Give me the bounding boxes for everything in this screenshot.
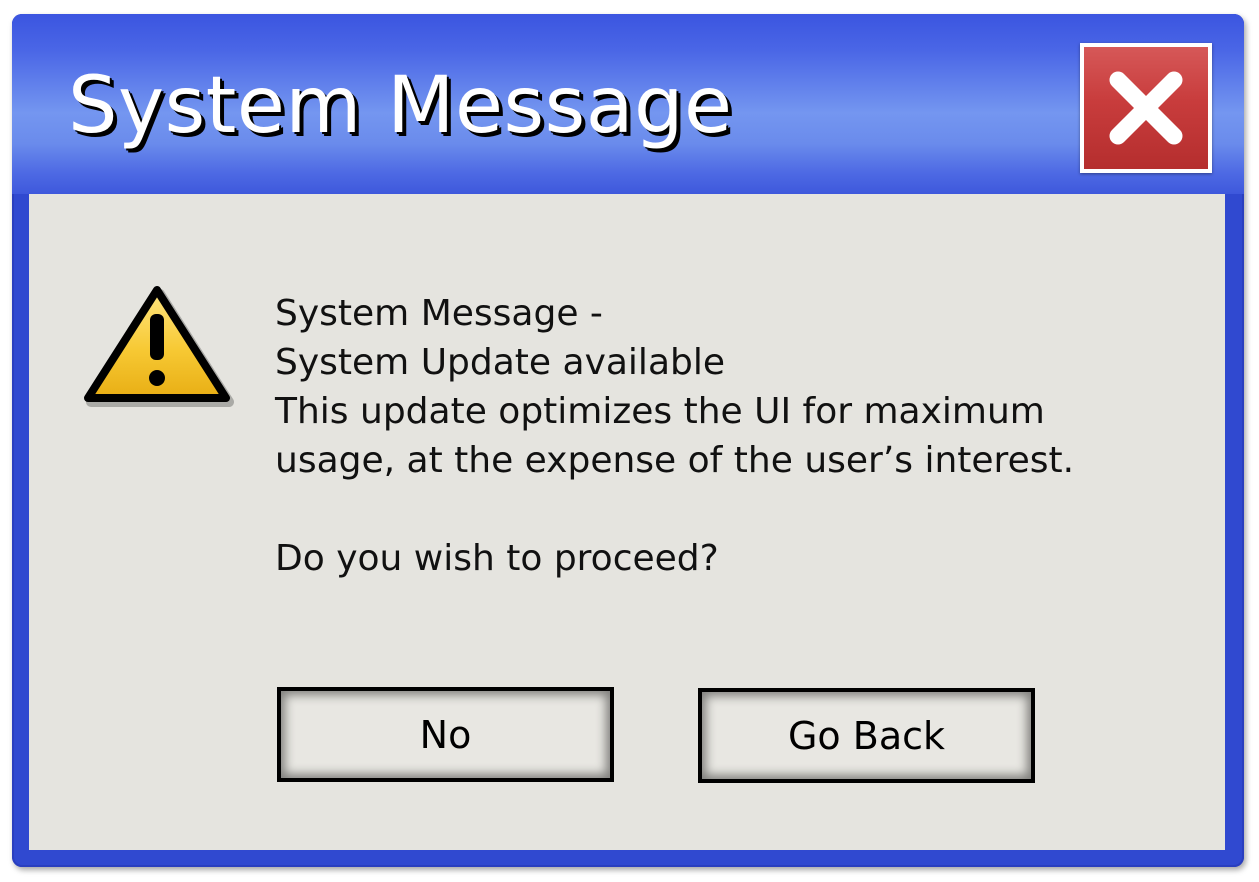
dialog-message: System Message - System Update available…: [275, 289, 1074, 583]
dialog-body: System Message - System Update available…: [29, 194, 1225, 850]
message-line: System Message -: [275, 293, 603, 334]
close-x-icon: [1109, 71, 1183, 145]
no-button[interactable]: No: [277, 687, 614, 782]
message-spacer: [275, 485, 1074, 534]
window-title: System Message: [68, 61, 733, 151]
warning-triangle-icon: [84, 286, 234, 407]
dialog-window: System Message System Message - System U…: [12, 14, 1244, 867]
message-line: This update optimizes the UI for maximum: [275, 391, 1045, 432]
go-back-button[interactable]: Go Back: [698, 688, 1035, 783]
proceed-question: Do you wish to proceed?: [275, 538, 719, 579]
title-bar[interactable]: System Message: [12, 14, 1244, 194]
close-button[interactable]: [1080, 43, 1212, 173]
message-line: usage, at the expense of the user’s inte…: [275, 440, 1075, 481]
message-line: System Update available: [275, 342, 725, 383]
